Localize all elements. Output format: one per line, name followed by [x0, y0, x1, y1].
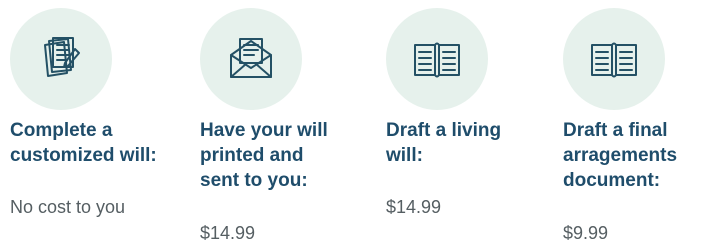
open-book-icon	[414, 42, 460, 78]
feature-print-will: Have your will printed and sent to you: …	[200, 0, 370, 246]
icon-badge	[200, 8, 302, 110]
feature-price: $14.99	[386, 197, 442, 217]
icon-badge	[386, 8, 488, 110]
feature-final-arrangements: Draft a final arragements document: $9.9…	[563, 0, 703, 246]
feature-title: Complete a customized will:	[10, 120, 157, 166]
feature-title: Have your will printed and sent to you:	[200, 120, 328, 191]
feature-list: Complete a customized will: No cost to y…	[0, 0, 703, 246]
feature-price: $14.99	[200, 223, 256, 243]
icon-badge	[563, 8, 665, 110]
feature-price: $9.99	[563, 223, 609, 243]
open-book-icon	[591, 42, 637, 78]
feature-complete-will: Complete a customized will: No cost to y…	[10, 0, 185, 246]
documents-icon	[44, 37, 80, 77]
feature-title: Draft a final arragements document:	[563, 120, 678, 191]
icon-badge	[10, 8, 112, 110]
envelope-letter-icon	[230, 38, 272, 78]
feature-price: No cost to you	[10, 197, 126, 217]
feature-title: Draft a living will:	[386, 120, 502, 166]
feature-living-will: Draft a living will: $14.99	[386, 0, 551, 246]
